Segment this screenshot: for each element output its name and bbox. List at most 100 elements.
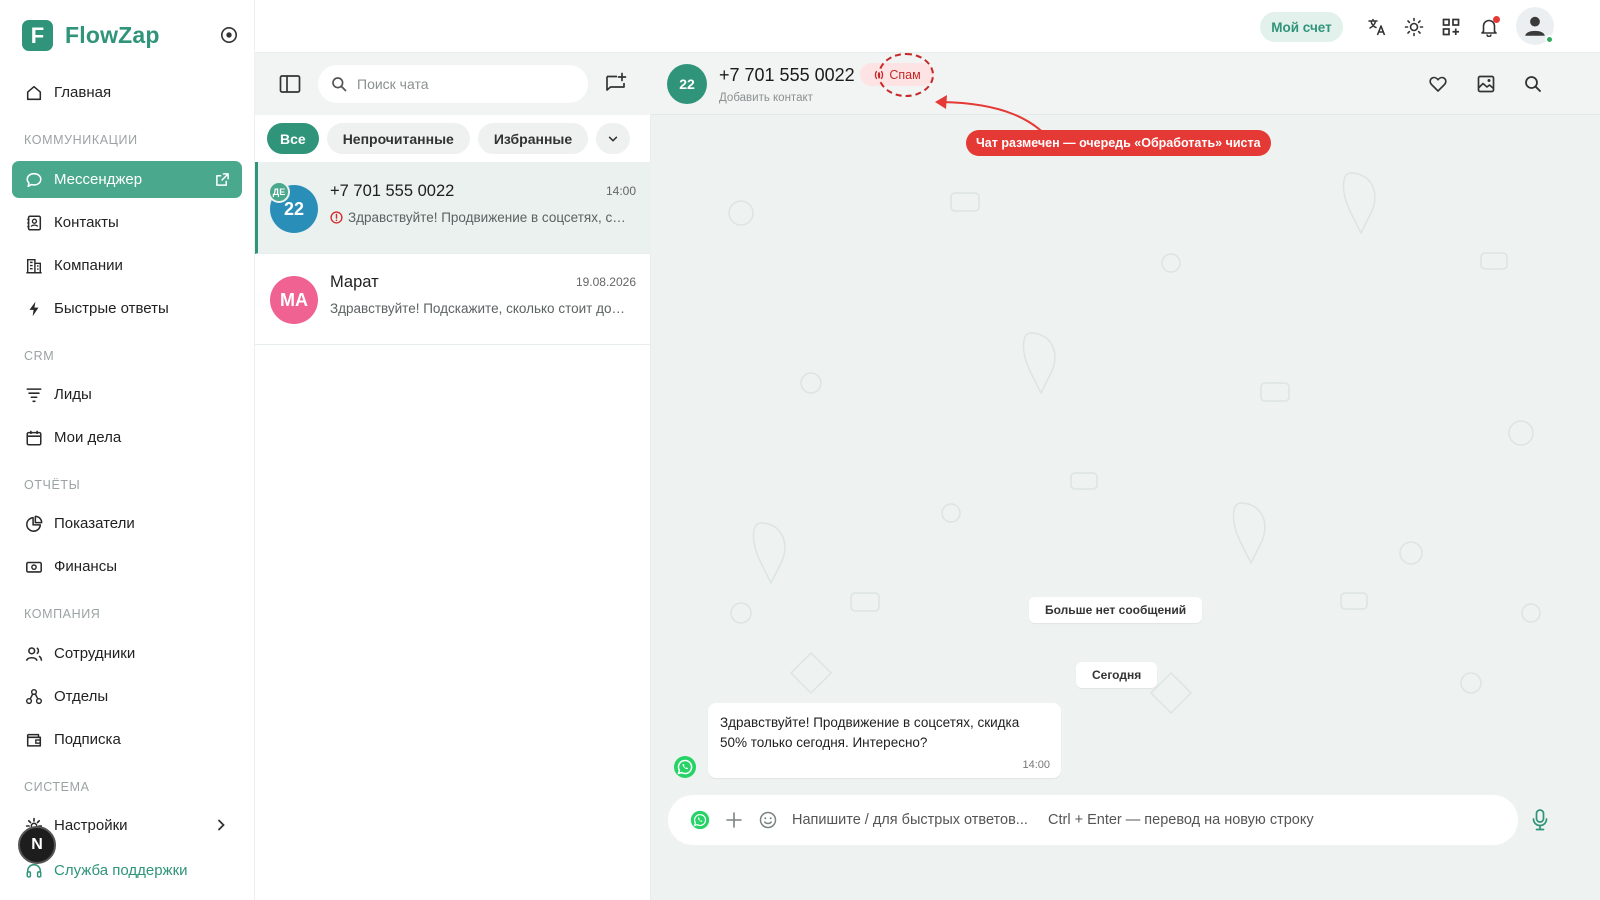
whatsapp-icon: [673, 755, 697, 779]
sidebar-item-my-tasks[interactable]: Мои дела: [12, 419, 242, 456]
chat-bubble-icon: [25, 171, 43, 189]
contact-avatar[interactable]: 22: [667, 64, 707, 104]
sun-icon[interactable]: [1404, 17, 1424, 37]
sidebar-item-metrics[interactable]: Показатели: [12, 505, 242, 542]
sidebar-item-label: Показатели: [54, 515, 135, 532]
chat-list-header: [255, 53, 651, 115]
calendar-icon: [25, 429, 43, 447]
chat-time: 19.08.2026: [575, 275, 636, 289]
sidebar-item-label: Быстрые ответы: [54, 300, 169, 317]
filter-unread-button[interactable]: Непрочитанные: [326, 123, 470, 154]
banknote-icon: [25, 558, 43, 576]
sidebar-item-contacts[interactable]: Контакты: [12, 204, 242, 241]
home-icon: [25, 84, 43, 102]
message-input[interactable]: [792, 812, 1518, 828]
filter-favorites-button[interactable]: Избранные: [477, 123, 589, 154]
sidebar-item-label: Лиды: [54, 386, 92, 403]
building-icon: [25, 257, 43, 275]
warning-icon: [330, 211, 343, 224]
message-bubble[interactable]: Здравствуйте! Продвижение в соцсетях, ск…: [708, 703, 1061, 778]
contacts-book-icon: [25, 214, 43, 232]
chat-time: 14:00: [605, 184, 636, 198]
wallet-icon: [25, 731, 43, 749]
chat-preview: Здравствуйте! Продвижение в соцсетях, ск…: [330, 210, 630, 225]
sidebar-item-home[interactable]: Главная: [12, 74, 242, 111]
sidebar-item-label: Контакты: [54, 214, 119, 231]
section-communications: КОММУНИКАЦИИ: [24, 133, 138, 147]
brand-logo: F: [22, 20, 53, 51]
panel-toggle-icon[interactable]: [279, 74, 301, 94]
search-icon: [331, 76, 347, 92]
my-account-button[interactable]: Мой счет: [1260, 12, 1343, 42]
apps-grid-icon[interactable]: [1441, 17, 1461, 37]
sidebar-item-label: Финансы: [54, 558, 117, 575]
sidebar-item-label: Мессенджер: [54, 171, 143, 188]
sidebar-item-employees[interactable]: Сотрудники: [12, 635, 242, 672]
avatar-badge: ДЕ: [268, 181, 290, 203]
sidebar-item-label: Мои дела: [54, 429, 122, 446]
top-bar: Мой счет: [255, 0, 1600, 53]
online-status-dot: [1545, 35, 1554, 44]
chevron-right-icon: [214, 818, 228, 832]
sidebar-item-label: Главная: [54, 84, 112, 101]
contact-title[interactable]: +7 701 555 0022: [719, 65, 855, 86]
sidebar-item-departments[interactable]: Отделы: [12, 678, 242, 715]
search-input[interactable]: [357, 76, 557, 92]
search-icon[interactable]: [1523, 74, 1543, 94]
message-text: Здравствуйте! Продвижение в соцсетях, ск…: [720, 715, 1020, 750]
section-reports: ОТЧЁТЫ: [24, 478, 81, 492]
users-icon: [25, 645, 43, 663]
date-divider: Сегодня: [1076, 662, 1158, 688]
heart-icon[interactable]: [1428, 74, 1448, 94]
sidebar-item-leads[interactable]: Лиды: [12, 376, 242, 413]
section-system: СИСТЕМА: [24, 780, 90, 794]
sidebar: F FlowZap Главная КОММУНИКАЦИИ Мессендже…: [0, 0, 255, 900]
brand-name: FlowZap: [65, 22, 160, 48]
funnel-icon: [25, 386, 43, 404]
bell-icon[interactable]: [1479, 16, 1500, 37]
message-composer[interactable]: [668, 795, 1518, 845]
sidebar-item-label: Служба поддержки: [54, 862, 188, 879]
sidebar-item-messenger[interactable]: Мессенджер: [12, 161, 242, 198]
sidebar-item-finance[interactable]: Финансы: [12, 548, 242, 585]
sidebar-pin-icon[interactable]: [220, 26, 238, 44]
chat-list-item[interactable]: 22 ДЕ +7 701 555 0022 14:00 Здравствуйте…: [255, 162, 651, 254]
chat-name: +7 701 555 0022: [330, 182, 455, 200]
chat-search[interactable]: [318, 65, 588, 103]
gallery-icon[interactable]: [1476, 74, 1496, 94]
translate-icon[interactable]: [1367, 17, 1387, 37]
annotation-label: Чат размечен — очередь «Обработать» чист…: [966, 130, 1271, 156]
sidebar-item-subscription[interactable]: Подписка: [12, 721, 242, 758]
filter-more-button[interactable]: [596, 123, 631, 154]
chat-list-item[interactable]: MA Марат 19.08.2026 Здравствуйте! Подска…: [255, 253, 651, 345]
sidebar-item-label: Сотрудники: [54, 645, 136, 662]
new-chat-icon[interactable]: [604, 72, 628, 96]
filter-all-button[interactable]: Все: [267, 123, 319, 154]
emoji-icon[interactable]: [758, 810, 778, 830]
whatsapp-channel-icon[interactable]: [690, 810, 710, 830]
headset-icon: [25, 862, 43, 880]
no-more-messages-notice: Больше нет сообщений: [1029, 597, 1203, 623]
sidebar-item-label: Настройки: [54, 817, 128, 834]
message-time: 14:00: [1022, 759, 1050, 771]
user-avatar[interactable]: [1516, 7, 1554, 45]
chat-avatar: MA: [270, 276, 318, 324]
chat-name: Марат: [330, 273, 379, 291]
brand[interactable]: F FlowZap: [22, 20, 160, 51]
conversation-panel: 22 +7 701 555 0022 Добавить контакт Спам…: [651, 53, 1600, 900]
sidebar-item-quick-replies[interactable]: Быстрые ответы: [12, 290, 242, 327]
user-avatar-small[interactable]: N: [18, 826, 56, 864]
microphone-icon[interactable]: [1530, 808, 1550, 832]
sidebar-item-companies[interactable]: Компании: [12, 247, 242, 284]
pie-chart-icon: [25, 515, 43, 533]
plus-icon[interactable]: [724, 810, 744, 830]
sidebar-item-label: Подписка: [54, 731, 121, 748]
lightning-icon: [25, 300, 43, 318]
sidebar-item-label: Отделы: [54, 688, 109, 705]
conversation-header: 22 +7 701 555 0022 Добавить контакт Спам: [651, 53, 1600, 115]
org-structure-icon: [25, 688, 43, 706]
add-contact-link[interactable]: Добавить контакт: [719, 92, 813, 104]
section-crm: CRM: [24, 349, 55, 363]
external-link-icon[interactable]: [215, 172, 230, 187]
chat-preview: Здравствуйте! Подскажите, сколько стоит …: [330, 301, 630, 316]
